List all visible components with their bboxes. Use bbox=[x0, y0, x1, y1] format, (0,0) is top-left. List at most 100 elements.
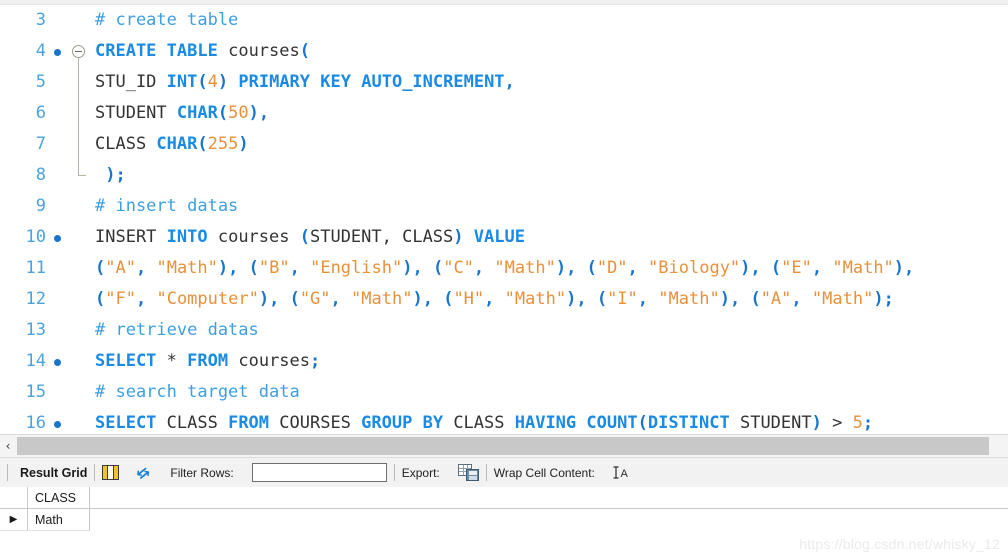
code-token: , bbox=[504, 72, 515, 92]
grid-cell[interactable]: Math bbox=[28, 509, 90, 531]
code-token: ) bbox=[811, 413, 822, 433]
sql-code-editor[interactable]: 3 # create table 4 CREATE TABLE courses(5 ST… bbox=[0, 5, 1008, 434]
statement-marker-dot[interactable] bbox=[54, 359, 61, 366]
result-grid-header-row: CLASS bbox=[0, 487, 1008, 509]
code-token: "B" bbox=[258, 258, 290, 278]
code-token: "Math" bbox=[351, 289, 413, 309]
code-token: ( bbox=[217, 103, 229, 123]
code-line[interactable]: 13 # retrieve datas bbox=[0, 315, 1008, 346]
statement-marker-dot[interactable] bbox=[54, 421, 61, 428]
line-number: 15 bbox=[25, 382, 46, 402]
grid-corner-cell[interactable] bbox=[0, 487, 28, 508]
code-token: ), bbox=[258, 289, 280, 309]
code-token: BY bbox=[422, 413, 444, 433]
code-line-text: # create table bbox=[95, 5, 238, 36]
code-token: STU_ID bbox=[95, 72, 167, 92]
code-line[interactable]: 15 # search target data bbox=[0, 377, 1008, 408]
export-recordset-icon[interactable] bbox=[457, 464, 479, 481]
code-token: ) bbox=[248, 103, 259, 123]
code-token: , bbox=[135, 258, 147, 278]
code-token: "F" bbox=[105, 289, 136, 309]
code-line[interactable]: 12 ("F", "Computer"), ("G", "Math"), ("H"… bbox=[0, 284, 1008, 315]
code-token: TABLE bbox=[166, 41, 218, 61]
grid-view-icon[interactable] bbox=[102, 465, 120, 480]
code-token: ( bbox=[299, 41, 310, 61]
code-line[interactable]: 7 CLASS CHAR(255) bbox=[0, 129, 1008, 160]
scroll-left-arrow-icon[interactable]: ‹ bbox=[0, 435, 16, 457]
code-token: "A" bbox=[105, 258, 136, 278]
code-token: "Math" bbox=[504, 289, 567, 309]
code-token: "Math" bbox=[658, 289, 720, 309]
code-token: # retrieve datas bbox=[95, 320, 259, 340]
code-token: , bbox=[135, 289, 147, 309]
code-token: ( bbox=[248, 258, 259, 278]
code-token: # search target data bbox=[95, 382, 300, 402]
code-line-text: ("A", "Math"), ("B", "English"), ("C", "… bbox=[95, 253, 914, 284]
code-line[interactable]: 3 # create table bbox=[0, 5, 1008, 36]
code-token: , bbox=[791, 289, 802, 309]
code-fold-collapse-icon[interactable] bbox=[72, 45, 85, 58]
filter-rows-input[interactable] bbox=[251, 463, 387, 482]
code-token: ( bbox=[289, 289, 300, 309]
code-token: , bbox=[627, 258, 638, 278]
scrollbar-thumb[interactable] bbox=[17, 437, 989, 455]
wrap-cell-glyph: A bbox=[613, 466, 628, 480]
code-line-text: # retrieve datas bbox=[95, 315, 259, 346]
code-token: "C" bbox=[443, 258, 474, 278]
grid-column-header[interactable]: CLASS bbox=[28, 487, 90, 508]
code-line[interactable]: 9 # insert datas bbox=[0, 191, 1008, 222]
code-token: , bbox=[473, 258, 485, 278]
statement-marker-dot[interactable] bbox=[54, 49, 61, 56]
code-line[interactable]: 16 SELECT CLASS FROM COURSES GROUP BY CLA… bbox=[0, 408, 1008, 434]
code-token: # create table bbox=[95, 10, 239, 30]
code-token: ) bbox=[453, 227, 464, 247]
code-token: CHAR bbox=[156, 134, 198, 154]
line-number: 8 bbox=[35, 165, 46, 185]
code-line-text: ("F", "Computer"), ("G", "Math"), ("H", … bbox=[95, 284, 894, 315]
code-token: ( bbox=[95, 289, 106, 309]
code-token: INSERT bbox=[95, 227, 167, 247]
code-line[interactable]: 8 ); bbox=[0, 160, 1008, 191]
export-disk-part bbox=[465, 469, 479, 481]
code-token: * bbox=[166, 351, 177, 371]
code-line[interactable]: 5 STU_ID INT(4) PRIMARY KEY AUTO_INCREMEN… bbox=[0, 67, 1008, 98]
code-token: ), bbox=[566, 289, 587, 309]
code-line[interactable]: 11 ("A", "Math"), ("B", "English"), ("C",… bbox=[0, 253, 1008, 284]
code-line[interactable]: 6 STUDENT CHAR(50), bbox=[0, 98, 1008, 129]
code-line[interactable]: 10 INSERT INTO courses (STUDENT, CLASS) V… bbox=[0, 222, 1008, 253]
line-number: 11 bbox=[25, 258, 46, 278]
row-selector-arrow-icon[interactable]: ▶ bbox=[0, 509, 28, 531]
code-token: ( bbox=[637, 413, 648, 433]
code-line[interactable]: 4 CREATE TABLE courses( bbox=[0, 36, 1008, 67]
refresh-icon[interactable]: ⇆ bbox=[131, 461, 155, 485]
statement-marker-dot[interactable] bbox=[54, 235, 61, 242]
code-line-text: SELECT * FROM courses; bbox=[95, 346, 320, 377]
code-token: , bbox=[811, 258, 823, 278]
code-token: ( bbox=[770, 258, 782, 278]
table-row[interactable]: ▶ Math bbox=[0, 509, 1008, 531]
code-token: 5 bbox=[852, 413, 863, 433]
code-token: CHAR bbox=[176, 103, 218, 123]
code-token: STUDENT bbox=[95, 103, 177, 123]
editor-horizontal-scrollbar[interactable]: ‹ bbox=[0, 434, 1008, 457]
code-token: > bbox=[832, 413, 843, 433]
code-token: "H" bbox=[453, 289, 485, 309]
code-line[interactable]: 14 SELECT * FROM courses; bbox=[0, 346, 1008, 377]
wrap-cell-content-icon[interactable]: A bbox=[613, 465, 630, 480]
